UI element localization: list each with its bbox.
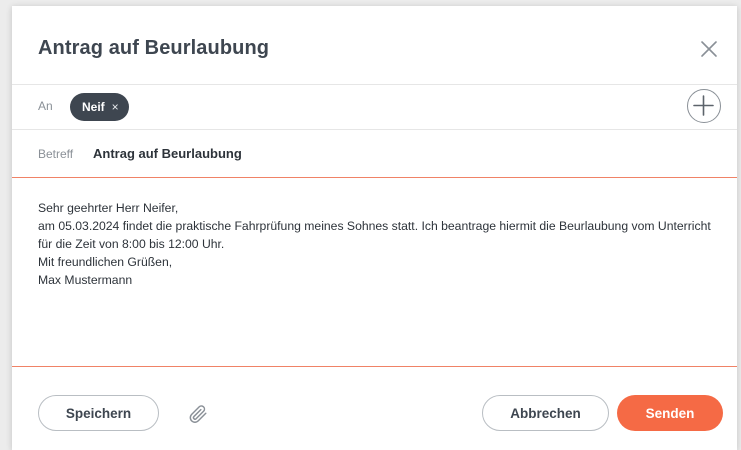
message-line: Mit freundlichen Grüßen, xyxy=(38,255,173,269)
add-recipient-button[interactable] xyxy=(687,89,721,123)
plus-icon xyxy=(693,95,714,116)
subject-row[interactable]: Betreff Antrag auf Beurlaubung xyxy=(12,130,737,178)
recipients-label: An xyxy=(38,99,53,113)
message-line: Max Mustermann xyxy=(38,273,133,287)
dialog-header: Antrag auf Beurlaubung xyxy=(12,6,737,85)
recipients-row[interactable]: An Neif × xyxy=(12,85,737,130)
message-body[interactable]: Sehr geehrter Herr Neifer, am 05.03.2024… xyxy=(12,179,737,367)
close-icon xyxy=(701,41,717,57)
dialog-title: Antrag auf Beurlaubung xyxy=(38,37,270,59)
remove-recipient-icon[interactable]: × xyxy=(112,100,119,114)
recipient-chip[interactable]: Neif × xyxy=(70,93,129,121)
send-button[interactable]: Senden xyxy=(617,395,723,431)
subject-label: Betreff xyxy=(38,147,74,161)
message-text[interactable]: Sehr geehrter Herr Neifer, am 05.03.2024… xyxy=(38,199,718,289)
cancel-button[interactable]: Abbrechen xyxy=(482,395,609,431)
subject-field[interactable]: Antrag auf Beurlaubung xyxy=(93,146,242,161)
close-button[interactable] xyxy=(699,39,719,59)
dialog-footer: Speichern Abbrechen Senden xyxy=(12,368,737,450)
compose-dialog: Antrag auf Beurlaubung An Neif × Betreff… xyxy=(12,6,737,450)
message-line: Sehr geehrter Herr Neifer, xyxy=(38,201,179,215)
attach-button[interactable] xyxy=(187,403,209,425)
save-button[interactable]: Speichern xyxy=(38,395,159,431)
message-line: für die Zeit von 8:00 bis 12:00 Uhr. xyxy=(38,237,225,251)
paperclip-icon xyxy=(189,405,207,423)
recipient-chip-name: Neif xyxy=(82,100,105,114)
message-line: am 05.03.2024 findet die praktische Fahr… xyxy=(38,219,711,233)
